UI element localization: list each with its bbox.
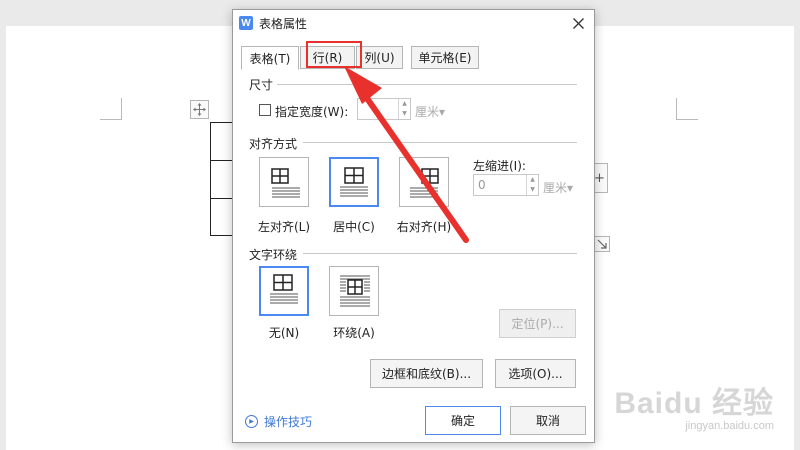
specify-width-label: 指定宽度(W): — [275, 105, 349, 119]
table-row-line — [211, 198, 234, 199]
left-indent-spin-input[interactable]: 0 ▲ ▼ — [473, 174, 539, 196]
align-center-icon — [340, 167, 368, 197]
wrapping-section-label: 文字环绕 — [249, 248, 298, 262]
left-indent-value: 0 — [478, 178, 486, 192]
table-move-handle-icon[interactable] — [190, 100, 209, 119]
dialog-titlebar: W 表格属性 — [233, 10, 594, 36]
wps-app-icon: W — [239, 16, 253, 30]
table-resize-icon[interactable] — [594, 236, 610, 252]
tips-label: 操作技巧 — [264, 415, 313, 429]
wrapping-section-divider — [303, 253, 577, 254]
tab-table[interactable]: 表格(T) — [241, 46, 299, 70]
align-left-option[interactable] — [259, 157, 309, 207]
options-button[interactable]: 选项(O)... — [495, 359, 576, 388]
row-tab-highlight-box — [306, 41, 362, 68]
width-spin-input[interactable]: ▲ ▼ — [357, 98, 411, 120]
table-properties-dialog: W 表格属性 表格(T) 行(R) 列(U) 单元格(E) 尺寸 指定宽度(W)… — [232, 9, 595, 443]
table-row-line — [211, 160, 234, 161]
indent-unit-dropdown[interactable]: 厘米▾ — [543, 179, 573, 196]
left-indent-label: 左缩进(I): — [473, 159, 526, 173]
position-button[interactable]: 定位(P)... — [499, 309, 576, 338]
specify-width-checkbox[interactable] — [259, 104, 271, 116]
align-left-label: 左对齐(L) — [257, 220, 311, 234]
document-table[interactable] — [210, 122, 234, 236]
watermark-logo: Baidu 经验 — [614, 387, 774, 420]
margin-corner-left — [100, 98, 122, 120]
size-section-label: 尺寸 — [249, 78, 274, 92]
wrap-around-label: 环绕(A) — [333, 326, 375, 340]
cancel-button[interactable]: 取消 — [510, 406, 586, 435]
tips-link[interactable]: ▶ 操作技巧 — [245, 413, 312, 430]
align-center-label: 居中(C) — [333, 220, 375, 234]
width-unit-dropdown[interactable]: 厘米▾ — [415, 103, 445, 120]
borders-shading-button[interactable]: 边框和底纹(B)... — [370, 359, 483, 388]
align-right-icon — [410, 168, 439, 198]
indent-spin-arrows[interactable]: ▲ ▼ — [526, 175, 538, 195]
tab-cell[interactable]: 单元格(E) — [411, 46, 479, 69]
align-center-option[interactable] — [329, 157, 379, 207]
close-icon[interactable] — [568, 13, 588, 33]
wrap-none-option[interactable] — [259, 266, 309, 316]
ok-button[interactable]: 确定 — [425, 406, 501, 435]
baidu-watermark: Baidu 经验 jingyan.baidu.com — [614, 378, 774, 432]
wrap-none-label: 无(N) — [268, 326, 300, 340]
alignment-section-label: 对齐方式 — [249, 137, 298, 151]
tab-column[interactable]: 列(U) — [356, 46, 403, 69]
dialog-title: 表格属性 — [259, 17, 308, 31]
align-right-label: 右对齐(H) — [396, 220, 452, 234]
wrap-around-icon — [340, 275, 370, 307]
size-section-divider — [277, 84, 577, 85]
width-spin-arrows[interactable]: ▲ ▼ — [398, 99, 410, 119]
wrap-none-icon — [270, 274, 298, 304]
wrap-around-option[interactable] — [329, 266, 379, 316]
play-circle-icon: ▶ — [245, 415, 258, 428]
margin-corner-right — [676, 98, 698, 120]
alignment-section-divider — [303, 142, 577, 143]
align-right-option[interactable] — [399, 157, 449, 207]
align-left-icon — [271, 168, 300, 198]
